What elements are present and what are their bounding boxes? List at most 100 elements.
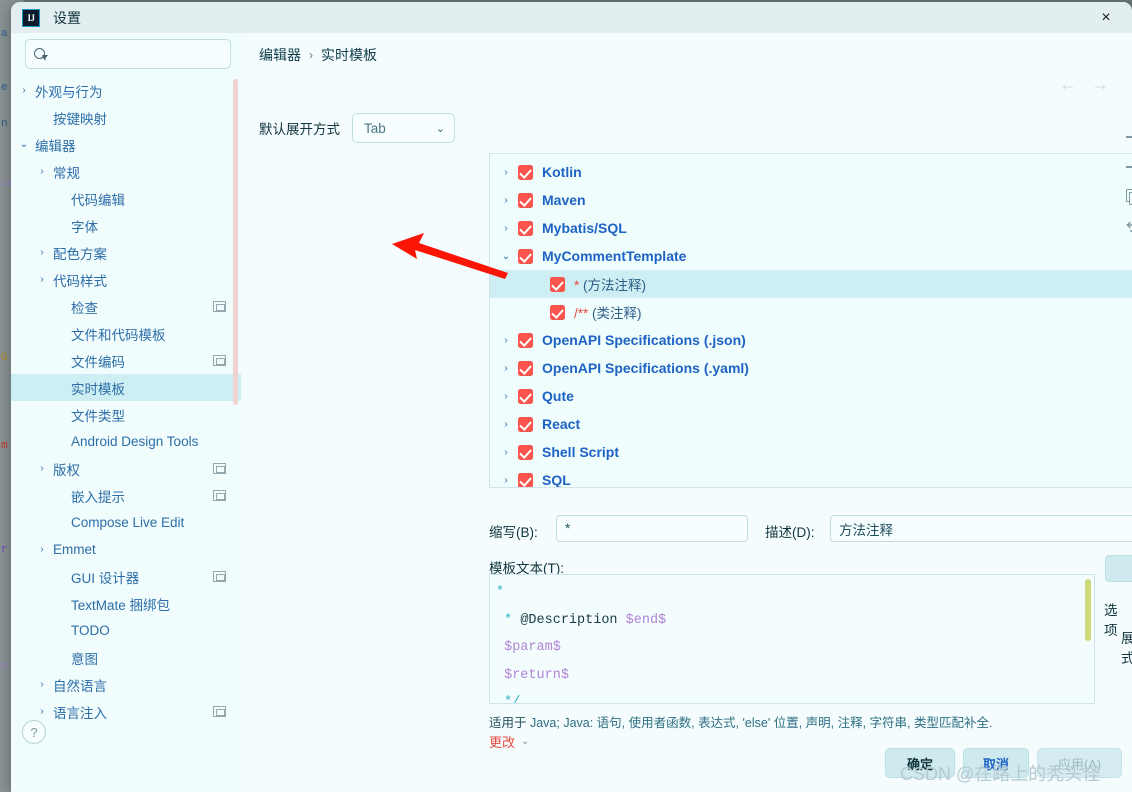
chevron-right-icon[interactable]: › <box>496 475 516 486</box>
sidebar-item-12[interactable]: ›文件类型 <box>11 401 241 428</box>
help-button[interactable]: ? <box>22 720 46 744</box>
template-tree-row[interactable]: ›/** (类注释) <box>490 298 1132 326</box>
sidebar-scrollbar-thumb[interactable] <box>233 79 238 405</box>
sidebar-item-1[interactable]: ›按键映射 <box>11 104 241 131</box>
description-input[interactable] <box>830 515 1132 542</box>
chevron-right-icon[interactable]: › <box>35 274 49 285</box>
template-tree-row[interactable]: › SQL <box>490 466 1132 487</box>
applies-prefix: 适用于 <box>489 716 530 730</box>
sidebar-item-8[interactable]: ›检查 <box>11 293 241 320</box>
chevron-right-icon[interactable]: › <box>35 166 49 177</box>
checkbox-checked-icon[interactable] <box>518 444 533 460</box>
close-icon[interactable]: × <box>1088 6 1124 30</box>
revert-icon[interactable] <box>1121 212 1132 242</box>
sidebar-item-22[interactable]: › 自然语言 <box>11 671 241 698</box>
sidebar-item-0[interactable]: › 外观与行为 <box>11 77 241 104</box>
search-input[interactable] <box>48 45 230 63</box>
edit-variables-button[interactable]: 编辑变量(E)... <box>1105 555 1132 582</box>
sidebar-item-19[interactable]: ›TextMate 捆绑包 <box>11 590 241 617</box>
checkbox-checked-icon[interactable] <box>518 416 533 432</box>
nav-forward-icon[interactable]: → <box>1088 75 1112 95</box>
checkbox-checked-icon[interactable] <box>550 276 565 292</box>
template-tree-row[interactable]: › Shell Script <box>490 438 1132 466</box>
duplicate-icon[interactable] <box>1121 182 1132 212</box>
checkbox-checked-icon[interactable] <box>518 220 533 236</box>
breadcrumb-separator: › <box>309 48 313 62</box>
chevron-right-icon[interactable]: › <box>496 391 516 402</box>
chevron-down-icon[interactable]: ⌄ <box>496 251 516 262</box>
checkbox-checked-icon[interactable] <box>518 164 533 180</box>
abbreviation-input[interactable] <box>556 515 748 542</box>
sidebar-item-20[interactable]: ›TODO <box>11 617 241 644</box>
template-text-content[interactable]: * * @Description $end$ $param$ $return$ … <box>490 575 1094 703</box>
template-tree-row[interactable]: › Mybatis/SQL <box>490 214 1132 242</box>
template-editor-scrollbar-thumb[interactable] <box>1085 579 1091 641</box>
template-tree-row[interactable]: › Maven <box>490 186 1132 214</box>
sidebar-item-label: 文件类型 <box>71 408 125 424</box>
sidebar-item-3[interactable]: › 常规 <box>11 158 241 185</box>
chevron-right-icon[interactable]: › <box>496 419 516 430</box>
checkbox-checked-icon[interactable] <box>518 332 533 348</box>
cancel-button[interactable]: 取消 <box>963 748 1029 778</box>
template-tree-row[interactable]: › OpenAPI Specifications (.yaml) <box>490 354 1132 382</box>
remove-icon[interactable] <box>1121 152 1132 182</box>
checkbox-checked-icon[interactable] <box>518 248 533 264</box>
ok-button[interactable]: 确定 <box>885 748 955 778</box>
checkbox-checked-icon[interactable] <box>518 388 533 404</box>
chevron-right-icon[interactable]: › <box>35 544 49 555</box>
add-icon[interactable] <box>1121 122 1132 152</box>
sidebar-item-7[interactable]: › 代码样式 <box>11 266 241 293</box>
checkbox-checked-icon[interactable] <box>518 360 533 376</box>
sidebar-item-21[interactable]: ›意图 <box>11 644 241 671</box>
chevron-right-icon[interactable]: › <box>496 223 516 234</box>
chevron-right-icon[interactable]: › <box>496 167 516 178</box>
chevron-right-icon[interactable]: › <box>17 85 31 96</box>
sidebar-item-16[interactable]: ›Compose Live Edit <box>11 509 241 536</box>
chevron-right-icon[interactable]: › <box>35 463 49 474</box>
apply-button[interactable]: 应用(A) <box>1037 748 1122 778</box>
chevron-right-icon[interactable]: › <box>496 195 516 206</box>
settings-content-pane: 编辑器 › 实时模板 ← → 默认展开方式 Tab ⌄ › Kotlin › Mave… <box>241 33 1132 792</box>
chevron-right-icon[interactable]: › <box>35 679 49 690</box>
sidebar-item-15[interactable]: ›嵌入提示 <box>11 482 241 509</box>
checkbox-checked-icon[interactable] <box>518 192 533 208</box>
template-tree-row[interactable]: › OpenAPI Specifications (.json) <box>490 326 1132 354</box>
sidebar-item-6[interactable]: › 配色方案 <box>11 239 241 266</box>
chevron-right-icon[interactable]: › <box>35 247 49 258</box>
sidebar-item-10[interactable]: ›文件编码 <box>11 347 241 374</box>
nav-back-icon[interactable]: ← <box>1056 75 1080 95</box>
applicable-contexts-text: 适用于 Java; Java: 语句, 使用者函数, 表达式, 'else' 位… <box>489 712 1109 731</box>
sidebar-item-13[interactable]: ›Android Design Tools <box>11 428 241 455</box>
sidebar-item-18[interactable]: ›GUI 设计器 <box>11 563 241 590</box>
chevron-right-icon[interactable]: › <box>35 706 49 717</box>
template-text-editor[interactable]: * * @Description $end$ $param$ $return$ … <box>489 574 1095 704</box>
checkbox-checked-icon[interactable] <box>550 304 565 320</box>
search-box[interactable] <box>25 39 231 69</box>
chevron-right-icon[interactable]: › <box>496 447 516 458</box>
sidebar-item-5[interactable]: ›字体 <box>11 212 241 239</box>
code-token: @Description <box>520 612 626 628</box>
template-tree-row[interactable]: ⌄ MyCommentTemplate <box>490 242 1132 270</box>
sidebar-item-label: Emmet <box>53 542 96 557</box>
chevron-down-icon[interactable]: ⌄ <box>17 139 31 150</box>
sidebar-item-2[interactable]: ⌄ 编辑器 <box>11 131 241 158</box>
template-tree-row[interactable]: › Qute <box>490 382 1132 410</box>
sidebar-item-11[interactable]: ›实时模板 <box>11 374 241 401</box>
sidebar-item-23[interactable]: › 语言注入 <box>11 698 241 725</box>
template-tree-row[interactable]: ›* (方法注释) <box>490 270 1132 298</box>
default-expand-select[interactable]: Tab ⌄ <box>352 113 455 143</box>
checkbox-checked-icon[interactable] <box>518 472 533 487</box>
code-token: * <box>496 612 521 628</box>
sidebar-item-17[interactable]: › Emmet <box>11 536 241 563</box>
chevron-right-icon[interactable]: › <box>496 335 516 346</box>
sidebar-item-label: TextMate 捆绑包 <box>71 597 171 613</box>
change-contexts-link[interactable]: 更改 ⌄ <box>489 732 529 751</box>
chevron-right-icon[interactable]: › <box>496 363 516 374</box>
sidebar-item-14[interactable]: › 版权 <box>11 455 241 482</box>
sidebar-item-4[interactable]: ›代码编辑 <box>11 185 241 212</box>
sidebar-item-9[interactable]: ›文件和代码模板 <box>11 320 241 347</box>
template-tree-row[interactable]: › React <box>490 410 1132 438</box>
template-code-line: * @Description $end$ <box>496 607 1088 635</box>
breadcrumb-parent[interactable]: 编辑器 <box>259 45 301 65</box>
template-tree-row[interactable]: › Kotlin <box>490 158 1132 186</box>
